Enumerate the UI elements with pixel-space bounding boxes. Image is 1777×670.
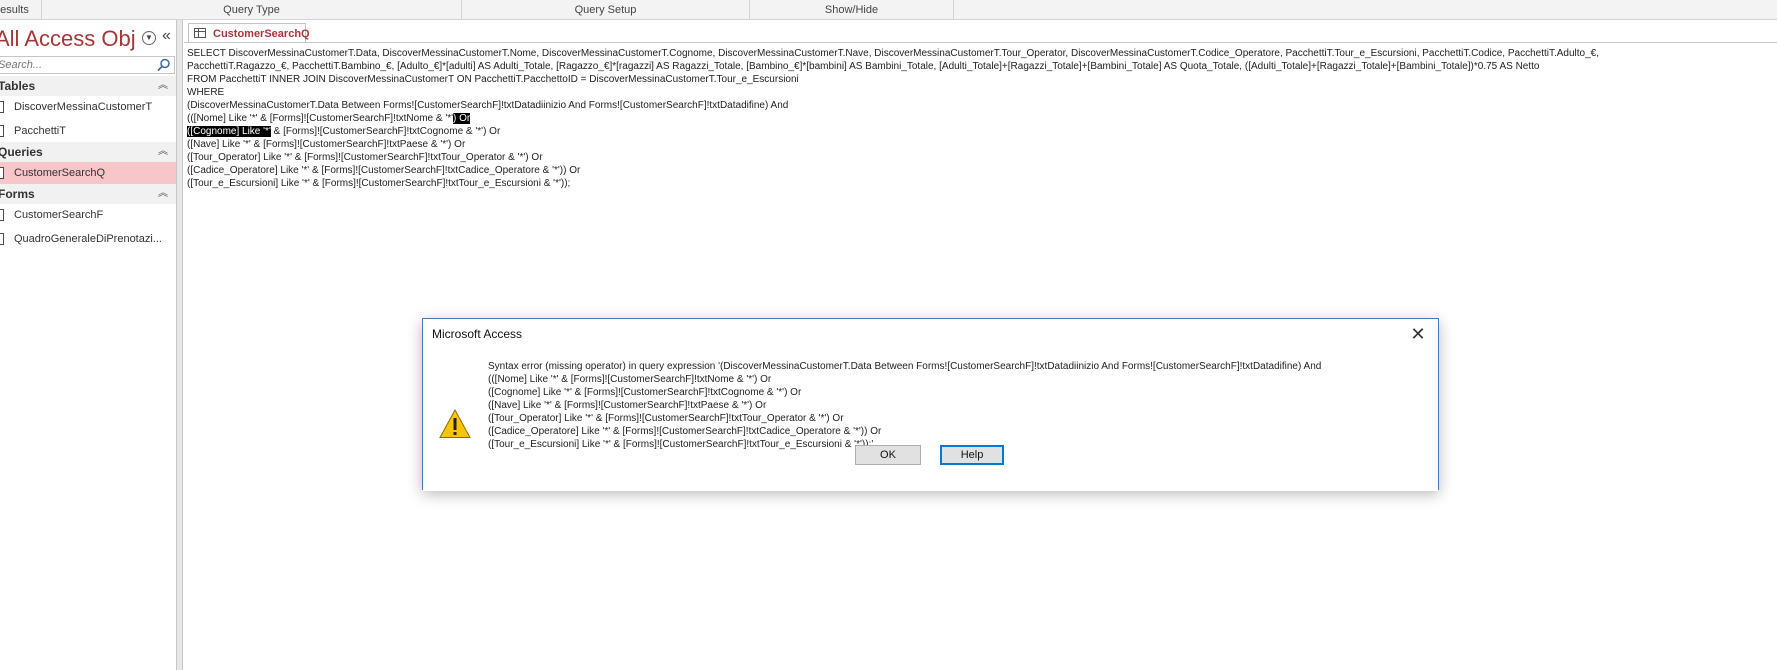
dialog-message-line: ([Nave] Like '*' & [Forms]![CustomerSear… bbox=[488, 400, 767, 411]
nav-search-input[interactable] bbox=[0, 57, 150, 73]
chevron-down-icon[interactable]: ▼ bbox=[142, 31, 156, 45]
nav-section-tables[interactable]: Tables ︽ bbox=[0, 76, 176, 96]
query-icon bbox=[0, 167, 4, 179]
nav-pane-title[interactable]: All Access Obje... bbox=[0, 24, 135, 54]
nav-section-queries[interactable]: Queries ︽ bbox=[0, 142, 176, 162]
document-tab-bar: CustomerSearchQ bbox=[184, 20, 1777, 43]
sql-line: ([Tour_Operator] Like '*' & [Forms]![Cus… bbox=[187, 152, 543, 163]
query-icon bbox=[194, 28, 206, 38]
ribbon-group-labels: Results Query Type Query Setup Show/Hide bbox=[0, 0, 1777, 20]
sql-line: ([Cadice_Operatore] Like '*' & [Forms]![… bbox=[187, 165, 581, 176]
table-icon bbox=[0, 125, 4, 137]
nav-item-discovermessinacustomert[interactable]: DiscoverMessinaCustomerT bbox=[0, 96, 176, 118]
ribbon-group-show-hide: Show/Hide bbox=[750, 0, 954, 20]
ribbon-group-results: Results bbox=[0, 0, 42, 20]
dialog-message-line: ([Tour_e_Escursioni] Like '*' & [Forms]!… bbox=[488, 439, 877, 450]
nav-item-label: DiscoverMessinaCustomerT bbox=[14, 101, 153, 113]
sql-line: ([Nave] Like '*' & [Forms]![CustomerSear… bbox=[187, 139, 466, 150]
sql-line: (([Nome] Like '*' & [Forms]![CustomerSea… bbox=[187, 112, 471, 125]
nav-item-customersearchf[interactable]: CustomerSearchF bbox=[0, 204, 176, 226]
help-button[interactable]: Help bbox=[940, 445, 1004, 465]
dialog-title-bar[interactable]: Microsoft Access ✕ bbox=[423, 319, 1438, 349]
nav-section-label: Tables bbox=[0, 79, 36, 93]
tab-customersearchq[interactable]: CustomerSearchQ bbox=[188, 23, 310, 43]
sql-line: SELECT DiscoverMessinaCustomerT.Data, Di… bbox=[187, 48, 1600, 59]
error-dialog: Microsoft Access ✕ Syntax error (missing… bbox=[422, 318, 1439, 491]
sql-line: ([Tour_e_Escursioni] Like '*' & [Forms]!… bbox=[187, 178, 571, 189]
nav-item-label: QuadroGeneraleDiPrenotazi... bbox=[14, 233, 162, 245]
nav-item-quadrogeneraledi[interactable]: QuadroGeneraleDiPrenotazi... bbox=[0, 228, 176, 250]
dialog-message-line: Syntax error (missing operator) in query… bbox=[488, 361, 1322, 372]
sql-selection: ([Cognome] Like '*' bbox=[187, 126, 271, 137]
ribbon-group-label: Show/Hide bbox=[824, 4, 879, 16]
dialog-message-line: ([Tour_Operator] Like '*' & [Forms]![Cus… bbox=[488, 413, 844, 424]
ribbon-group-query-setup: Query Setup bbox=[462, 0, 750, 20]
ribbon-group-query-type: Query Type bbox=[42, 0, 462, 20]
chevron-up-icon[interactable]: ︽ bbox=[158, 76, 168, 96]
nav-item-label: PacchettiT bbox=[14, 125, 66, 137]
sql-line: (DiscoverMessinaCustomerT.Data Between F… bbox=[187, 100, 789, 111]
nav-section-forms[interactable]: Forms ︽ bbox=[0, 184, 176, 204]
sql-line: WHERE bbox=[187, 87, 225, 98]
form-icon bbox=[0, 233, 4, 245]
ok-button[interactable]: OK bbox=[855, 445, 921, 465]
search-icon[interactable] bbox=[157, 58, 171, 72]
collapse-pane-icon[interactable]: « bbox=[162, 28, 171, 44]
warning-icon bbox=[439, 409, 471, 438]
chevron-up-icon[interactable]: ︽ bbox=[158, 184, 168, 204]
sql-line: PacchettiT.Ragazzo_€, PacchettiT.Bambino… bbox=[187, 61, 1540, 72]
dialog-message-line: ([Cadice_Operatore] Like '*' & [Forms]![… bbox=[488, 426, 882, 437]
nav-item-customersearchq[interactable]: CustomerSearchQ bbox=[0, 162, 176, 184]
table-icon bbox=[0, 101, 4, 113]
nav-section-label: Queries bbox=[0, 145, 43, 159]
sql-selection: ) Or bbox=[453, 113, 471, 124]
close-icon[interactable]: ✕ bbox=[1398, 319, 1438, 349]
nav-search-box bbox=[0, 56, 175, 74]
chevron-up-icon[interactable]: ︽ bbox=[158, 142, 168, 162]
pane-splitter[interactable] bbox=[177, 20, 183, 670]
sql-text: & [Forms]![CustomerSearchF]!txtCognome &… bbox=[270, 126, 501, 137]
sql-line: FROM PacchettiT INNER JOIN DiscoverMessi… bbox=[187, 74, 799, 85]
sql-line: ([Cognome] Like '*' & [Forms]![CustomerS… bbox=[187, 125, 500, 138]
ribbon-group-label: Results bbox=[0, 4, 29, 16]
nav-pane-title-text: All Access Obje... bbox=[0, 26, 135, 51]
nav-section-label: Forms bbox=[0, 187, 35, 201]
dialog-message-line: (([Nome] Like '*' & [Forms]![CustomerSea… bbox=[488, 374, 772, 385]
sql-text: (([Nome] Like '*' & [Forms]![CustomerSea… bbox=[187, 113, 454, 124]
dialog-body: Syntax error (missing operator) in query… bbox=[423, 349, 1438, 491]
nav-item-label: CustomerSearchF bbox=[14, 209, 104, 221]
nav-item-label: CustomerSearchQ bbox=[14, 167, 106, 179]
navigation-pane: All Access Obje... ▼ « Tables ︽ Discover… bbox=[0, 20, 177, 670]
dialog-title: Microsoft Access bbox=[432, 327, 523, 341]
tab-label: CustomerSearchQ bbox=[213, 28, 310, 40]
ribbon-group-label: Query Setup bbox=[574, 4, 637, 16]
nav-item-pacchettit[interactable]: PacchettiT bbox=[0, 120, 176, 142]
dialog-message-line: ([Cognome] Like '*' & [Forms]![CustomerS… bbox=[488, 387, 802, 398]
form-icon bbox=[0, 209, 4, 221]
ribbon-group-label: Query Type bbox=[223, 4, 280, 16]
